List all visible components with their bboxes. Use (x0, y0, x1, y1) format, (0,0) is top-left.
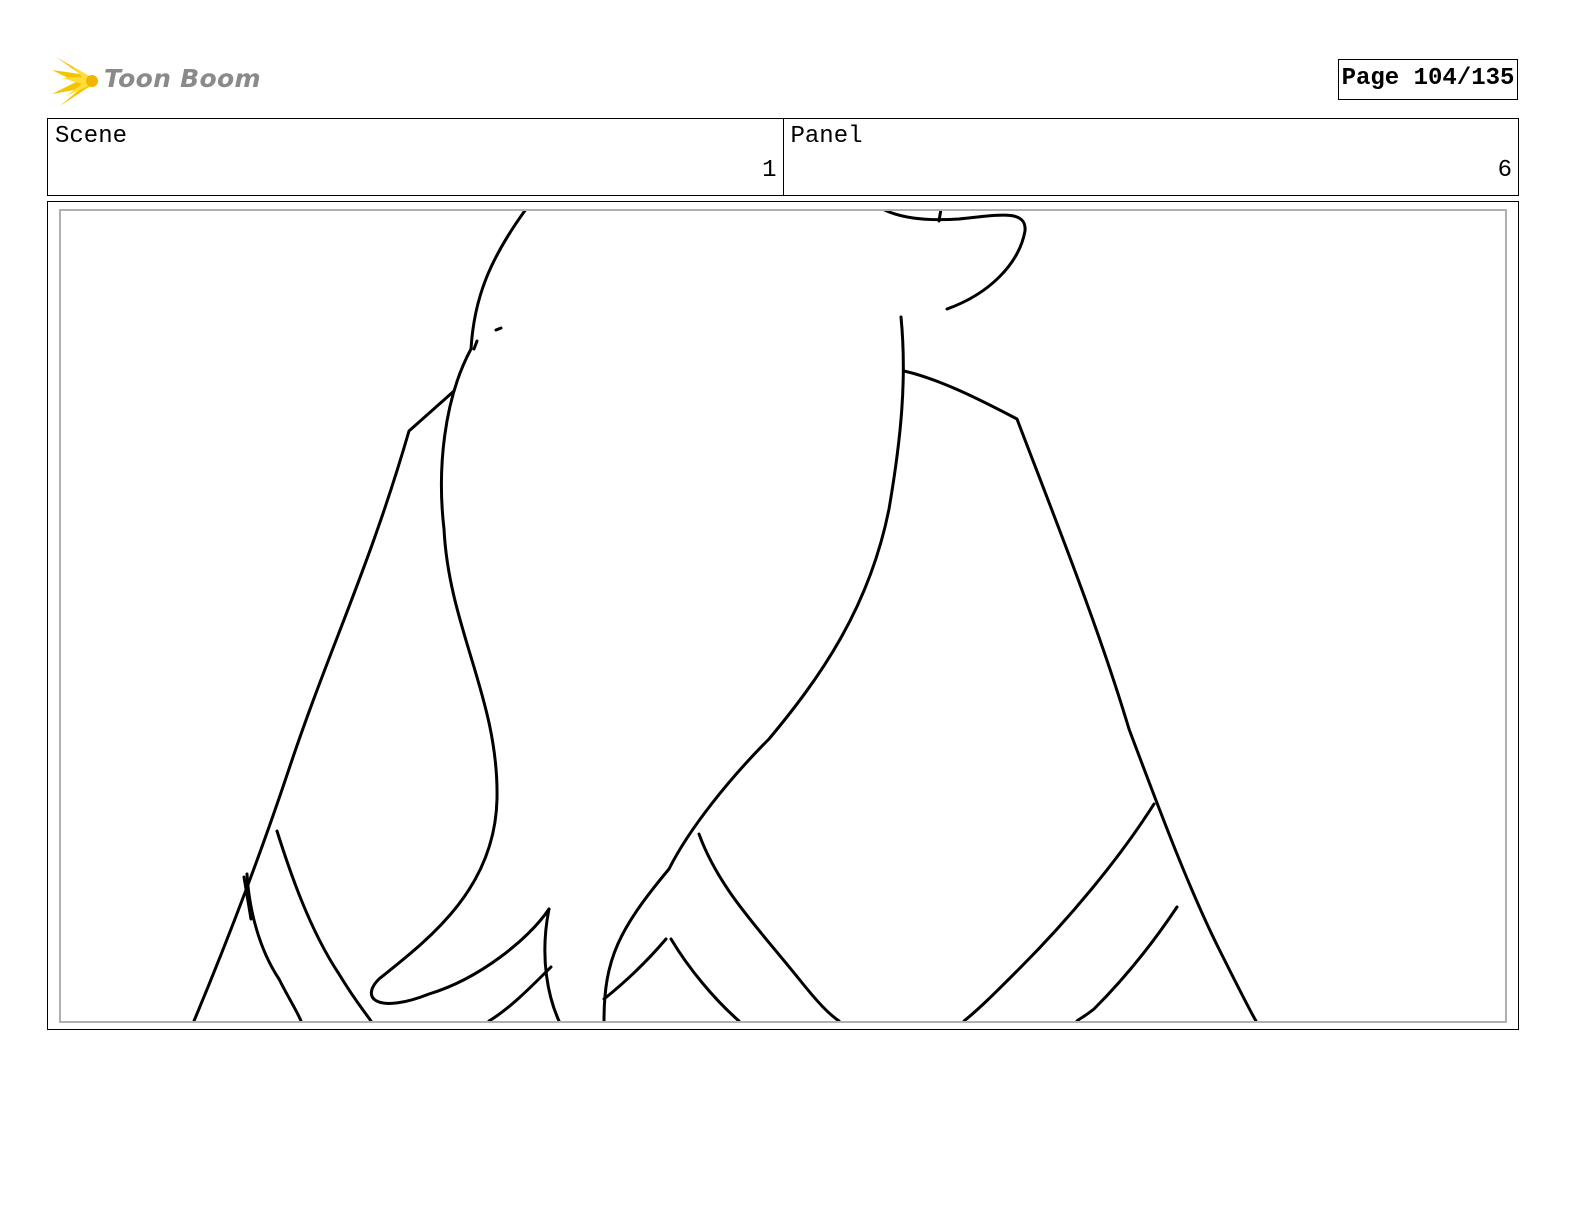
page-number: Page 104/135 (1338, 59, 1518, 100)
scene-value: 1 (762, 157, 777, 184)
logo-wordmark: Toon Boom (104, 64, 261, 93)
scene-label: Scene (55, 123, 128, 150)
sketch-drawing (192, 211, 1258, 1021)
panel-value: 6 (1497, 157, 1512, 184)
scene-cell: Scene 1 (48, 119, 783, 195)
panel-label: Panel (790, 123, 863, 150)
starburst-icon (52, 57, 98, 106)
panel-cell: Panel 6 (782, 119, 1519, 195)
scene-panel-info: Scene 1 Panel 6 (47, 118, 1519, 196)
storyboard-panel-frame (47, 201, 1519, 1030)
storyboard-panel-image (59, 209, 1507, 1023)
